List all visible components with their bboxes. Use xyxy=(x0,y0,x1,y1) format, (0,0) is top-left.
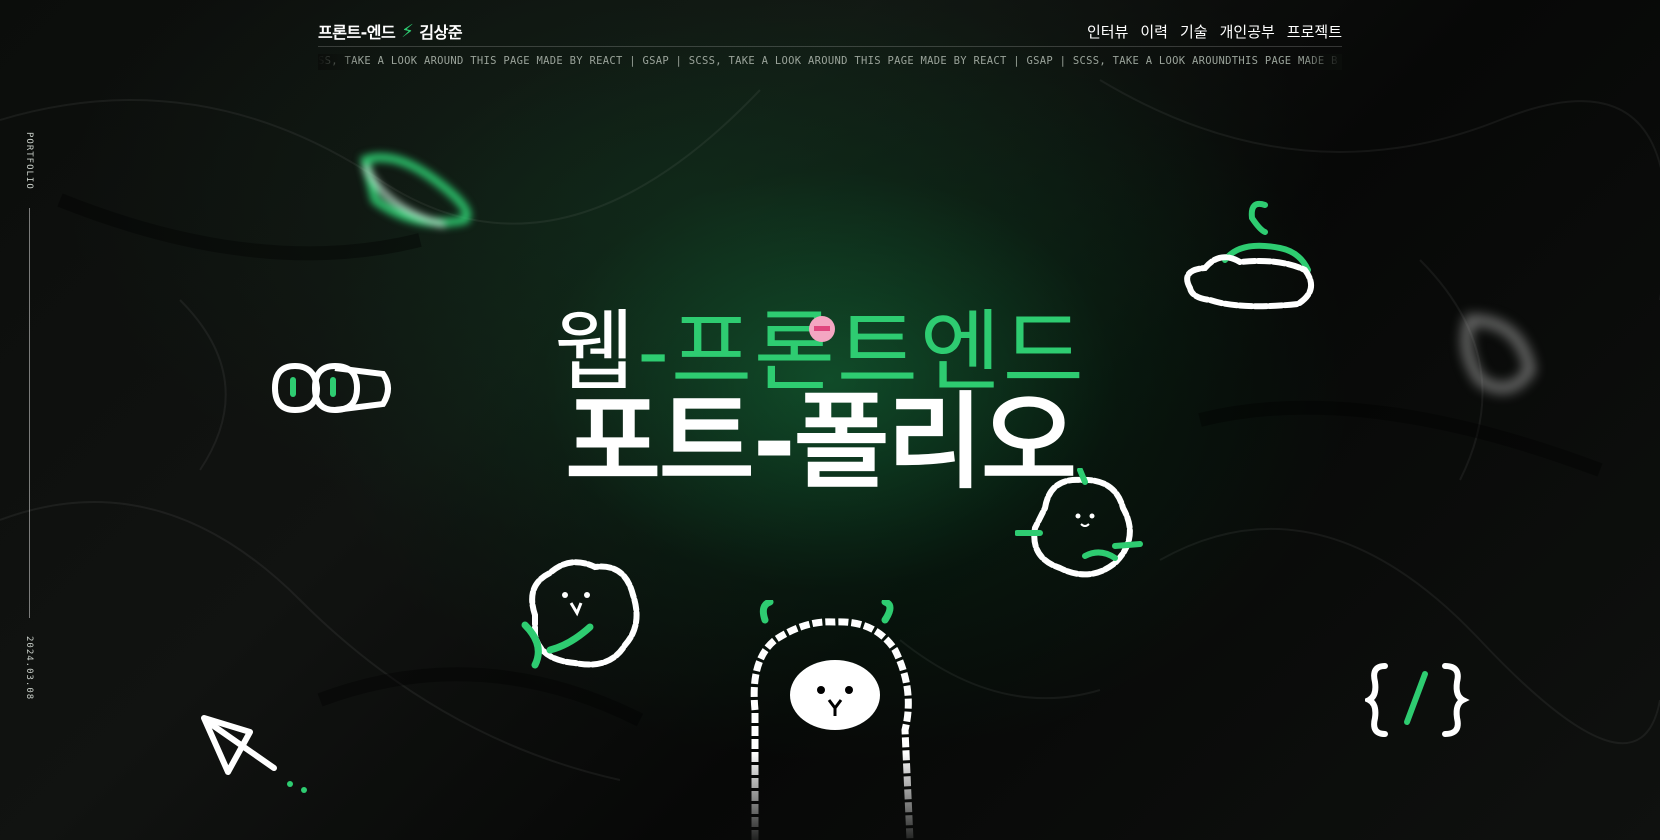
pink-dot-icon xyxy=(809,316,835,342)
marquee-text: SS, TAKE A LOOK AROUND THIS PAGE MADE BY… xyxy=(318,55,1338,67)
marquee-banner: SS, TAKE A LOOK AROUND THIS PAGE MADE BY… xyxy=(318,54,1342,70)
main-nav: 인터뷰 이력 기술 개인공부 프로젝트 xyxy=(1087,21,1342,42)
side-date: 2024.03.08 xyxy=(24,635,34,700)
nav-item-career[interactable]: 이력 xyxy=(1140,21,1168,42)
blurred-shape-doodle xyxy=(1461,314,1536,393)
side-divider xyxy=(28,207,30,618)
nav-item-projects[interactable]: 프로젝트 xyxy=(1287,21,1342,42)
side-rail: PORTFOLIO 2024.03.08 xyxy=(22,132,36,712)
side-portfolio-label: PORTFOLIO xyxy=(24,132,34,190)
site-logo[interactable]: 프론트-엔드 ⚡ 김상준 xyxy=(318,19,463,43)
nav-item-interview[interactable]: 인터뷰 xyxy=(1087,21,1128,42)
blurred-leaf-doodle xyxy=(360,153,471,228)
site-header: 프론트-엔드 ⚡ 김상준 인터뷰 이력 기술 개인공부 프로젝트 xyxy=(318,16,1342,47)
alpaca-doodle xyxy=(750,600,914,840)
cursor-arrow-doodle xyxy=(201,715,307,793)
logo-text-left: 프론트-엔드 xyxy=(318,23,396,42)
eyes-doodle xyxy=(271,362,391,414)
hat-doodle xyxy=(1184,200,1315,310)
fluffy-creature-doodle xyxy=(1015,468,1143,578)
nav-item-skills[interactable]: 기술 xyxy=(1180,21,1208,42)
lightning-icon: ⚡ xyxy=(401,20,414,42)
nav-item-study[interactable]: 개인공부 xyxy=(1220,21,1275,42)
code-brackets-icon xyxy=(1365,663,1470,737)
fluffy-chick-doodle xyxy=(521,559,640,669)
logo-text-right: 김상준 xyxy=(419,23,463,42)
